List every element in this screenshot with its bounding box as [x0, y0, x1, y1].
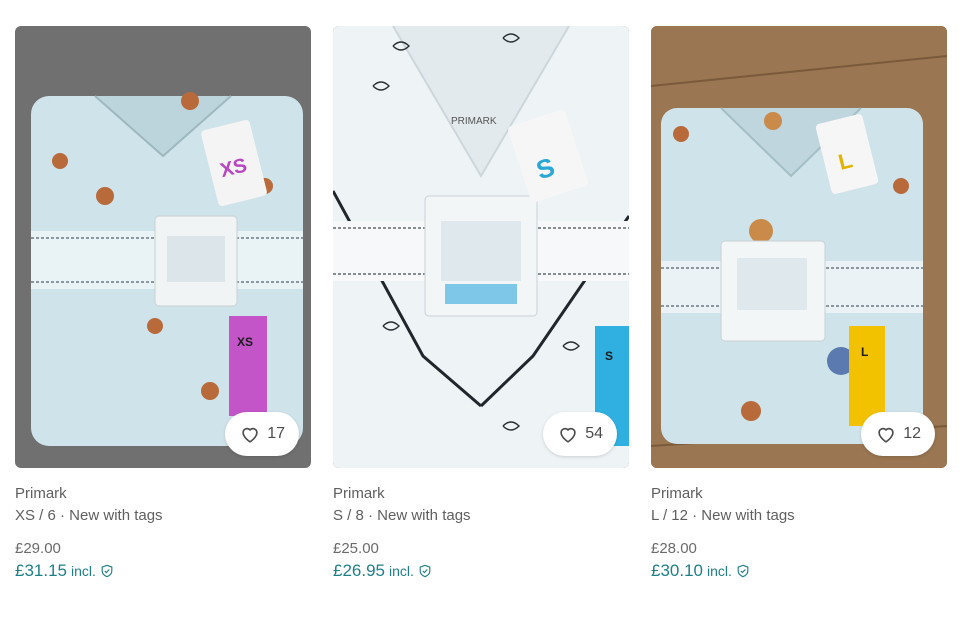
product-photo[interactable]: L L 12: [651, 26, 947, 468]
brand-name[interactable]: Primark: [651, 484, 947, 504]
item-price: £29.00: [15, 540, 61, 557]
incl-label: incl.: [71, 563, 96, 579]
size-condition: XS / 6 · New with tags: [15, 507, 163, 524]
item-price: £28.00: [651, 540, 697, 557]
favorite-button[interactable]: 12: [861, 412, 935, 456]
product-photo[interactable]: PRIMARK S S 54: [333, 26, 629, 468]
favorite-button[interactable]: 54: [543, 412, 617, 456]
total-price: £31.15: [15, 561, 67, 580]
total-price: £26.95: [333, 561, 385, 580]
svg-text:S: S: [605, 349, 613, 363]
size-condition: S / 8 · New with tags: [333, 507, 471, 524]
svg-text:PRIMARK: PRIMARK: [451, 116, 497, 127]
product-grid: XS XS 17 Primark XS / 6 · New with tags …: [0, 0, 960, 624]
product-image: XS XS: [15, 26, 311, 468]
product-meta: Primark S / 8 · New with tags £25.00 £26…: [333, 468, 629, 581]
heart-icon: [242, 427, 258, 443]
size-condition: L / 12 · New with tags: [651, 507, 795, 524]
price-incl-protection[interactable]: £31.15 incl.: [15, 561, 311, 581]
incl-label: incl.: [707, 563, 732, 579]
favorite-button[interactable]: 17: [225, 412, 299, 456]
favorite-count: 12: [903, 425, 921, 442]
product-card[interactable]: L L 12 Primark L / 12 · New with tags £2…: [651, 26, 947, 581]
favorite-count: 17: [267, 425, 285, 442]
shield-check-icon: [737, 564, 749, 578]
price-incl-protection[interactable]: £30.10 incl.: [651, 561, 947, 581]
price-incl-protection[interactable]: £26.95 incl.: [333, 561, 629, 581]
product-image: PRIMARK S S: [333, 26, 629, 468]
product-meta: Primark L / 12 · New with tags £28.00 £3…: [651, 468, 947, 581]
brand-name[interactable]: Primark: [15, 484, 311, 504]
product-image: L L: [651, 26, 947, 468]
svg-text:XS: XS: [237, 335, 253, 349]
heart-icon: [878, 427, 894, 443]
product-photo[interactable]: XS XS 17: [15, 26, 311, 468]
product-card[interactable]: XS XS 17 Primark XS / 6 · New with tags …: [15, 26, 311, 581]
incl-label: incl.: [389, 563, 414, 579]
svg-text:L: L: [861, 345, 868, 359]
product-card[interactable]: PRIMARK S S 54 Primark S / 8 · New with …: [333, 26, 629, 581]
heart-icon: [560, 427, 576, 443]
favorite-count: 54: [585, 425, 603, 442]
shield-check-icon: [419, 564, 431, 578]
product-meta: Primark XS / 6 · New with tags £29.00 £3…: [15, 468, 311, 581]
item-price: £25.00: [333, 540, 379, 557]
brand-name[interactable]: Primark: [333, 484, 629, 504]
shield-check-icon: [101, 564, 113, 578]
total-price: £30.10: [651, 561, 703, 580]
